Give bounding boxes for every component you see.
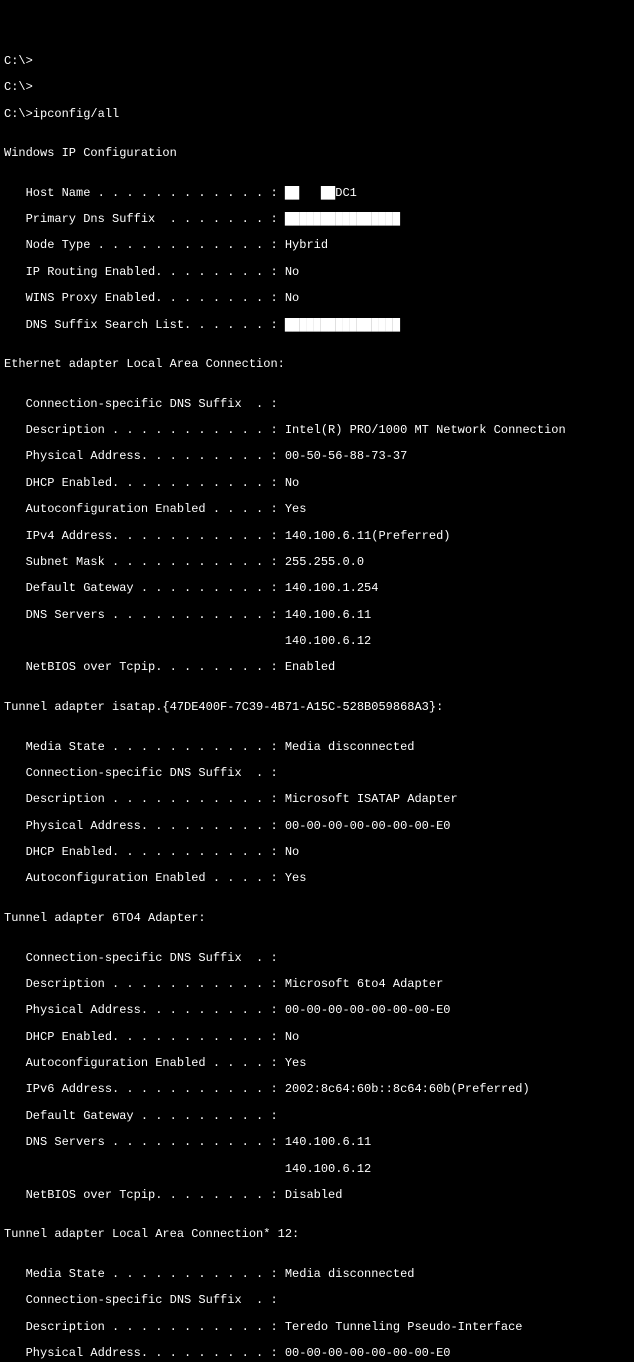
field-description: Description . . . . . . . . . . . : Inte… xyxy=(4,424,630,437)
field-dhcp-enabled: DHCP Enabled. . . . . . . . . . . : No xyxy=(4,1031,630,1044)
field-description: Description . . . . . . . . . . . : Micr… xyxy=(4,793,630,806)
field-dns-servers: DNS Servers . . . . . . . . . . . : 140.… xyxy=(4,1136,630,1149)
field-media-state: Media State . . . . . . . . . . . : Medi… xyxy=(4,741,630,754)
field-ip-routing: IP Routing Enabled. . . . . . . . : No xyxy=(4,266,630,279)
field-dns-servers-cont: 140.100.6.12 xyxy=(4,1163,630,1176)
field-subnet-mask: Subnet Mask . . . . . . . . . . . : 255.… xyxy=(4,556,630,569)
field-ipv6-address: IPv6 Address. . . . . . . . . . . : 2002… xyxy=(4,1083,630,1096)
field-node-type: Node Type . . . . . . . . . . . . : Hybr… xyxy=(4,239,630,252)
field-physical-address: Physical Address. . . . . . . . . : 00-0… xyxy=(4,1347,630,1360)
section-header-6to4: Tunnel adapter 6TO4 Adapter: xyxy=(4,912,630,925)
field-default-gateway: Default Gateway . . . . . . . . . : xyxy=(4,1110,630,1123)
field-autoconf-enabled: Autoconfiguration Enabled . . . . : Yes xyxy=(4,1057,630,1070)
section-header-lac12: Tunnel adapter Local Area Connection* 12… xyxy=(4,1228,630,1241)
field-primary-dns-suffix: Primary Dns Suffix . . . . . . . : █████… xyxy=(4,213,630,226)
field-autoconf-enabled: Autoconfiguration Enabled . . . . : Yes xyxy=(4,872,630,885)
field-description: Description . . . . . . . . . . . : Micr… xyxy=(4,978,630,991)
field-dns-servers: DNS Servers . . . . . . . . . . . : 140.… xyxy=(4,609,630,622)
field-hostname: Host Name . . . . . . . . . . . . : ██ █… xyxy=(4,187,630,200)
field-description: Description . . . . . . . . . . . : Tere… xyxy=(4,1321,630,1334)
field-physical-address: Physical Address. . . . . . . . . : 00-5… xyxy=(4,450,630,463)
field-autoconf-enabled: Autoconfiguration Enabled . . . . : Yes xyxy=(4,503,630,516)
field-media-state: Media State . . . . . . . . . . . : Medi… xyxy=(4,1268,630,1281)
field-physical-address: Physical Address. . . . . . . . . : 00-0… xyxy=(4,820,630,833)
prompt-line: C:\> xyxy=(4,81,630,94)
field-dhcp-enabled: DHCP Enabled. . . . . . . . . . . : No xyxy=(4,477,630,490)
field-default-gateway: Default Gateway . . . . . . . . . : 140.… xyxy=(4,582,630,595)
field-conn-dns-suffix: Connection-specific DNS Suffix . : xyxy=(4,952,630,965)
section-header-winip: Windows IP Configuration xyxy=(4,147,630,160)
field-wins-proxy: WINS Proxy Enabled. . . . . . . . : No xyxy=(4,292,630,305)
field-dhcp-enabled: DHCP Enabled. . . . . . . . . . . : No xyxy=(4,846,630,859)
field-dns-servers-cont: 140.100.6.12 xyxy=(4,635,630,648)
field-dns-search-list: DNS Suffix Search List. . . . . . : ████… xyxy=(4,319,630,332)
field-ipv4-address: IPv4 Address. . . . . . . . . . . : 140.… xyxy=(4,530,630,543)
prompt-line: C:\> xyxy=(4,55,630,68)
command-line[interactable]: C:\>ipconfig/all xyxy=(4,108,630,121)
section-header-ethernet: Ethernet adapter Local Area Connection: xyxy=(4,358,630,371)
field-netbios: NetBIOS over Tcpip. . . . . . . . : Enab… xyxy=(4,661,630,674)
field-conn-dns-suffix: Connection-specific DNS Suffix . : xyxy=(4,398,630,411)
field-conn-dns-suffix: Connection-specific DNS Suffix . : xyxy=(4,1294,630,1307)
field-physical-address: Physical Address. . . . . . . . . : 00-0… xyxy=(4,1004,630,1017)
field-conn-dns-suffix: Connection-specific DNS Suffix . : xyxy=(4,767,630,780)
section-header-isatap: Tunnel adapter isatap.{47DE400F-7C39-4B7… xyxy=(4,701,630,714)
field-netbios: NetBIOS over Tcpip. . . . . . . . : Disa… xyxy=(4,1189,630,1202)
